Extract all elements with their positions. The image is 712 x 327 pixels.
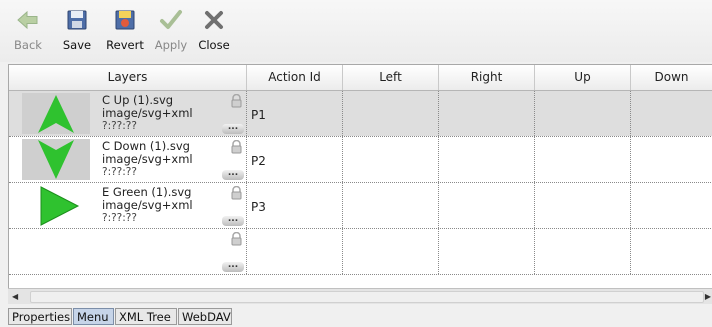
column-header-left[interactable]: Left <box>343 65 439 90</box>
file-time: ?:??:?? <box>102 166 137 178</box>
close-button[interactable]: Close <box>194 4 234 58</box>
lock-icon[interactable] <box>231 140 242 154</box>
scroll-left-icon[interactable]: ◀ <box>12 292 18 301</box>
file-info: C Up (1).svg image/svg+xml ?:??:?? <box>102 94 193 133</box>
action-id-value: P2 <box>251 154 266 168</box>
checkmark-icon <box>160 10 182 29</box>
scroll-right-icon[interactable]: ▶ <box>705 292 711 301</box>
grid-header: Layers Action Id Left Right Up Down <box>9 65 712 91</box>
triangle-down-icon <box>38 140 74 179</box>
column-header-up[interactable]: Up <box>535 65 631 90</box>
apply-label: Apply <box>154 38 188 52</box>
file-info: E Green (1).svg image/svg+xml ?:??:?? <box>102 186 193 225</box>
layer-cell[interactable]: C Up (1).svg image/svg+xml ?:??:?? ... <box>9 91 247 136</box>
tab-xml-tree[interactable]: XML Tree <box>115 308 177 325</box>
up-cell[interactable] <box>535 91 631 136</box>
right-cell[interactable] <box>439 183 535 228</box>
toolbar: Back Save Revert Apply Close <box>0 0 712 62</box>
layer-cell[interactable]: C Down (1).svg image/svg+xml ?:??:?? ... <box>9 137 247 182</box>
lock-icon[interactable] <box>231 186 242 200</box>
layer-cell[interactable]: ... <box>9 229 247 274</box>
file-type: image/svg+xml <box>102 198 193 212</box>
layer-cell[interactable]: E Green (1).svg image/svg+xml ?:??:?? ..… <box>9 183 247 228</box>
back-label: Back <box>14 38 42 52</box>
more-button[interactable]: ... <box>222 169 244 180</box>
down-cell[interactable] <box>631 183 712 228</box>
layer-thumbnail <box>22 93 90 134</box>
floppy-disk-icon <box>67 10 87 30</box>
right-cell[interactable] <box>439 229 535 274</box>
left-cell[interactable] <box>343 229 439 274</box>
revert-button[interactable]: Revert <box>101 4 149 58</box>
triangle-right-icon <box>40 186 80 226</box>
up-cell[interactable] <box>535 137 631 182</box>
tab-menu[interactable]: Menu <box>73 308 114 325</box>
table-row[interactable]: ... <box>9 229 712 275</box>
file-time: ?:??:?? <box>102 212 137 224</box>
right-cell[interactable] <box>439 91 535 136</box>
close-icon <box>205 11 223 29</box>
file-time: ?:??:?? <box>102 120 137 132</box>
save-button[interactable]: Save <box>55 4 99 58</box>
file-type: image/svg+xml <box>102 106 193 120</box>
scroll-thumb[interactable] <box>30 291 704 303</box>
more-button[interactable]: ... <box>222 123 244 134</box>
revert-label: Revert <box>106 38 144 52</box>
column-header-action-id[interactable]: Action Id <box>247 65 343 90</box>
lock-icon[interactable] <box>231 94 242 108</box>
action-id-value: P3 <box>251 200 266 214</box>
tab-properties[interactable]: Properties <box>8 308 72 325</box>
back-button[interactable]: Back <box>6 4 50 58</box>
column-header-layers[interactable]: Layers <box>9 65 247 90</box>
column-header-down[interactable]: Down <box>631 65 712 90</box>
down-cell[interactable] <box>631 137 712 182</box>
action-id-cell[interactable]: P3 <box>247 183 343 228</box>
triangle-up-icon <box>38 95 74 133</box>
save-label: Save <box>62 38 92 52</box>
lock-icon[interactable] <box>231 232 242 246</box>
apply-button[interactable]: Apply <box>151 4 191 58</box>
more-button[interactable]: ... <box>222 215 244 226</box>
left-cell[interactable] <box>343 91 439 136</box>
action-id-cell[interactable]: P1 <box>247 91 343 136</box>
column-header-right[interactable]: Right <box>439 65 535 90</box>
revert-icon <box>115 10 135 30</box>
up-cell[interactable] <box>535 183 631 228</box>
table-row[interactable]: C Up (1).svg image/svg+xml ?:??:?? ... P… <box>9 91 712 137</box>
table-row[interactable]: E Green (1).svg image/svg+xml ?:??:?? ..… <box>9 183 712 229</box>
down-cell[interactable] <box>631 91 712 136</box>
layer-thumbnail <box>22 185 90 226</box>
layers-grid: Layers Action Id Left Right Up Down C Up… <box>8 64 712 288</box>
file-info: C Down (1).svg image/svg+xml ?:??:?? <box>102 140 193 179</box>
more-button[interactable]: ... <box>222 261 244 272</box>
left-cell[interactable] <box>343 137 439 182</box>
action-id-value: P1 <box>251 108 266 122</box>
back-arrow-icon <box>17 10 38 30</box>
tab-webdav[interactable]: WebDAV <box>178 308 232 325</box>
down-cell[interactable] <box>631 229 712 274</box>
right-cell[interactable] <box>439 137 535 182</box>
action-id-cell[interactable] <box>247 229 343 274</box>
action-id-cell[interactable]: P2 <box>247 137 343 182</box>
file-type: image/svg+xml <box>102 152 193 166</box>
layer-thumbnail <box>22 139 90 180</box>
horizontal-scrollbar[interactable]: ◀ ▶ <box>8 288 712 304</box>
close-label: Close <box>198 38 230 52</box>
up-cell[interactable] <box>535 229 631 274</box>
left-cell[interactable] <box>343 183 439 228</box>
table-row[interactable]: C Down (1).svg image/svg+xml ?:??:?? ...… <box>9 137 712 183</box>
